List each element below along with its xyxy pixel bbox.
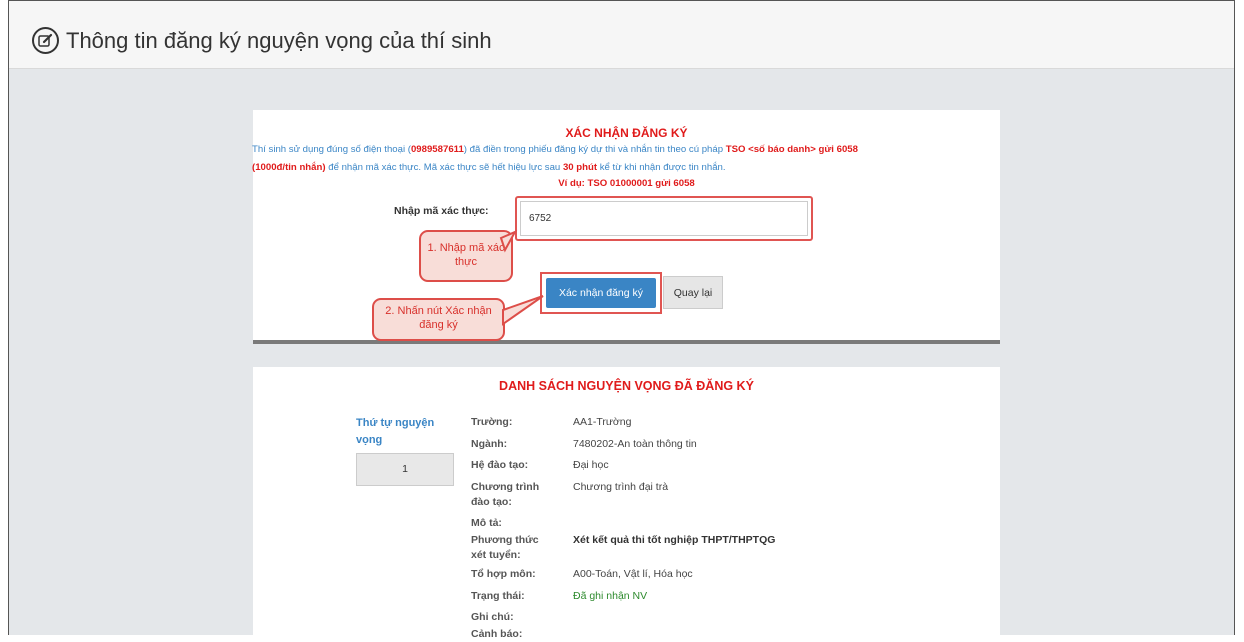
- field-label: Phương thức xét tuyển:: [471, 534, 539, 561]
- confirm-panel: XÁC NHẬN ĐĂNG KÝ Thí sinh sử dụng đúng s…: [252, 110, 1000, 344]
- field-value: AA1-Trường: [573, 416, 632, 428]
- edit-icon: [32, 27, 59, 54]
- field-label: Trạng thái:: [471, 590, 525, 602]
- field-label: Ngành:: [471, 438, 508, 450]
- field-value: A00-Toán, Vật lí, Hóa học: [573, 568, 693, 580]
- callout-pointer-1: [499, 229, 518, 253]
- callout-pointer-2: [502, 295, 544, 326]
- wishlist-panel: DANH SÁCH NGUYỆN VỌNG ĐÃ ĐĂNG KÝ Thứ tự …: [253, 367, 1000, 640]
- page-header: Thông tin đăng ký nguyện vọng của thí si…: [9, 1, 1234, 69]
- field-label: Trường:: [471, 416, 513, 428]
- field-value: Chương trình đại trà: [573, 481, 669, 493]
- field-label: Chương trình đào tạo:: [471, 481, 540, 508]
- status-value: Đã ghi nhận NV: [573, 590, 648, 602]
- field-label: Ghi chú:: [471, 611, 514, 623]
- field-value: 7480202-An toàn thông tin: [573, 438, 697, 450]
- page-title: Thông tin đăng ký nguyện vọng của thí si…: [66, 28, 492, 53]
- field-value: Xét kết quả thi tốt nghiệp THPT/THPTQG: [573, 534, 776, 546]
- field-label: Mô tả:: [471, 517, 502, 529]
- order-value: 1: [356, 453, 454, 486]
- callout-pointers: [499, 229, 544, 326]
- field-value: Đại học: [573, 459, 609, 471]
- wishlist-title: DANH SÁCH NGUYỆN VỌNG ĐÃ ĐĂNG KÝ: [499, 379, 754, 393]
- app-frame: Thông tin đăng ký nguyện vọng của thí si…: [8, 0, 1235, 640]
- order-label: Thứ tự nguyện vọng: [356, 417, 435, 446]
- field-label: Hệ đào tạo:: [471, 459, 529, 471]
- field-label: Tổ hợp môn:: [471, 568, 536, 580]
